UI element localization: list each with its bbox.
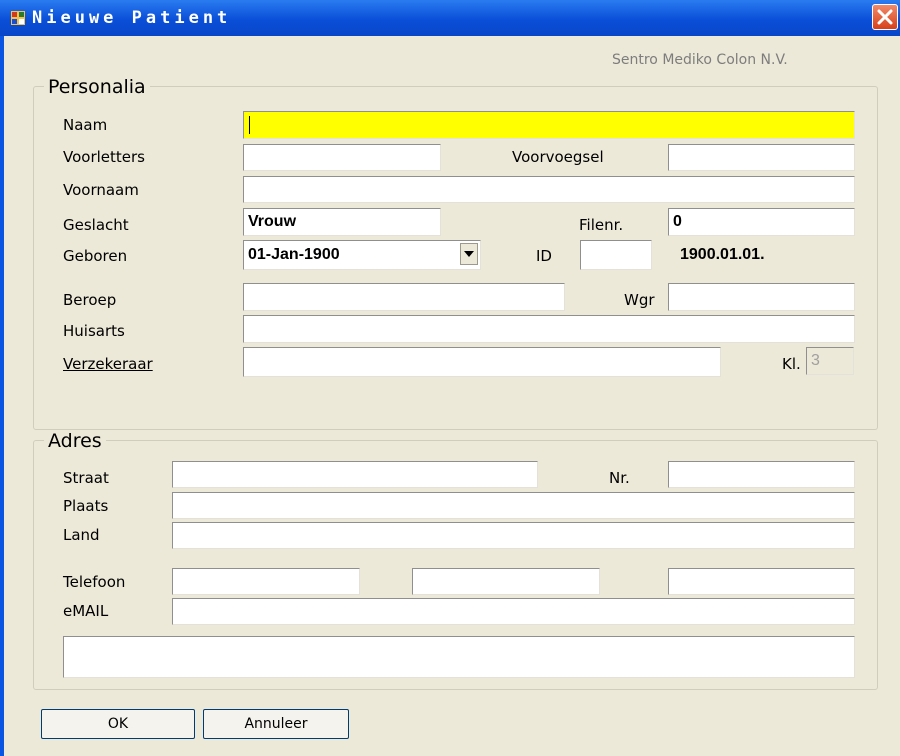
annuleer-button[interactable]: Annuleer [203,709,349,739]
telefoon-input-2[interactable] [412,568,600,595]
telefoon-input-1[interactable] [172,568,360,595]
beroep-label: Beroep [63,291,117,309]
nr-label: Nr. [609,469,630,487]
land-input[interactable] [172,522,855,549]
geboren-datepicker[interactable]: 01-Jan-1900 [243,240,481,270]
app-icon [11,11,25,25]
geboren-label: Geboren [63,247,128,265]
plaats-label: Plaats [63,497,109,515]
filenr-value: 0 [673,213,682,230]
wgr-label: Wgr [624,291,655,309]
telefoon-input-3[interactable] [668,568,855,595]
chevron-down-icon [464,251,474,257]
geslacht-value: Vrouw [248,213,297,230]
voornaam-label: Voornaam [63,181,139,199]
geslacht-input[interactable]: Vrouw [243,208,441,236]
huisarts-label: Huisarts [63,322,125,340]
email-label: eMAIL [63,602,109,620]
company-name: Sentro Mediko Colon N.V. [612,52,788,68]
kl-label: Kl. [782,355,801,373]
plaats-input[interactable] [172,492,855,519]
text-cursor [249,116,250,134]
land-label: Land [63,526,100,544]
verzekeraar-link[interactable]: Verzekeraar [63,355,153,373]
voorvoegsel-input[interactable] [668,144,855,171]
huisarts-input[interactable] [243,315,855,343]
email-input[interactable] [172,598,855,625]
kl-input: 3 [806,347,854,375]
ok-button-label: OK [107,716,129,732]
close-icon [877,9,893,25]
wgr-input[interactable] [668,283,855,311]
dropdown-button[interactable] [460,243,478,265]
notes-input[interactable] [63,636,855,678]
title-bar[interactable]: Nieuwe Patient [0,0,900,36]
verzekeraar-input[interactable] [243,347,721,377]
voornaam-input[interactable] [243,176,855,203]
straat-label: Straat [63,469,109,487]
nr-input[interactable] [668,461,855,488]
kl-value: 3 [811,352,820,369]
filenr-label: Filenr. [579,216,624,234]
personalia-legend: Personalia [44,76,150,98]
annuleer-button-label: Annuleer [244,716,308,732]
voorletters-input[interactable] [243,144,441,171]
straat-input[interactable] [172,461,538,488]
adres-legend: Adres [44,430,106,452]
geboren-value: 01-Jan-1900 [248,246,340,263]
id-input[interactable] [580,240,652,270]
naam-input[interactable] [243,111,855,139]
ok-button[interactable]: OK [41,709,195,739]
beroep-input[interactable] [243,283,565,311]
id-date-text: 1900.01.01. [680,246,765,263]
filenr-input[interactable]: 0 [668,208,855,236]
window-title: Nieuwe Patient [32,8,232,28]
naam-label: Naam [63,116,108,134]
geslacht-label: Geslacht [63,216,129,234]
dialog-window: Nieuwe Patient Sentro Mediko Colon N.V. … [0,0,900,756]
voorvoegsel-label: Voorvoegsel [512,148,604,166]
telefoon-label: Telefoon [63,573,126,591]
id-label: ID [536,247,552,265]
close-button[interactable] [872,4,898,30]
voorletters-label: Voorletters [63,148,145,166]
